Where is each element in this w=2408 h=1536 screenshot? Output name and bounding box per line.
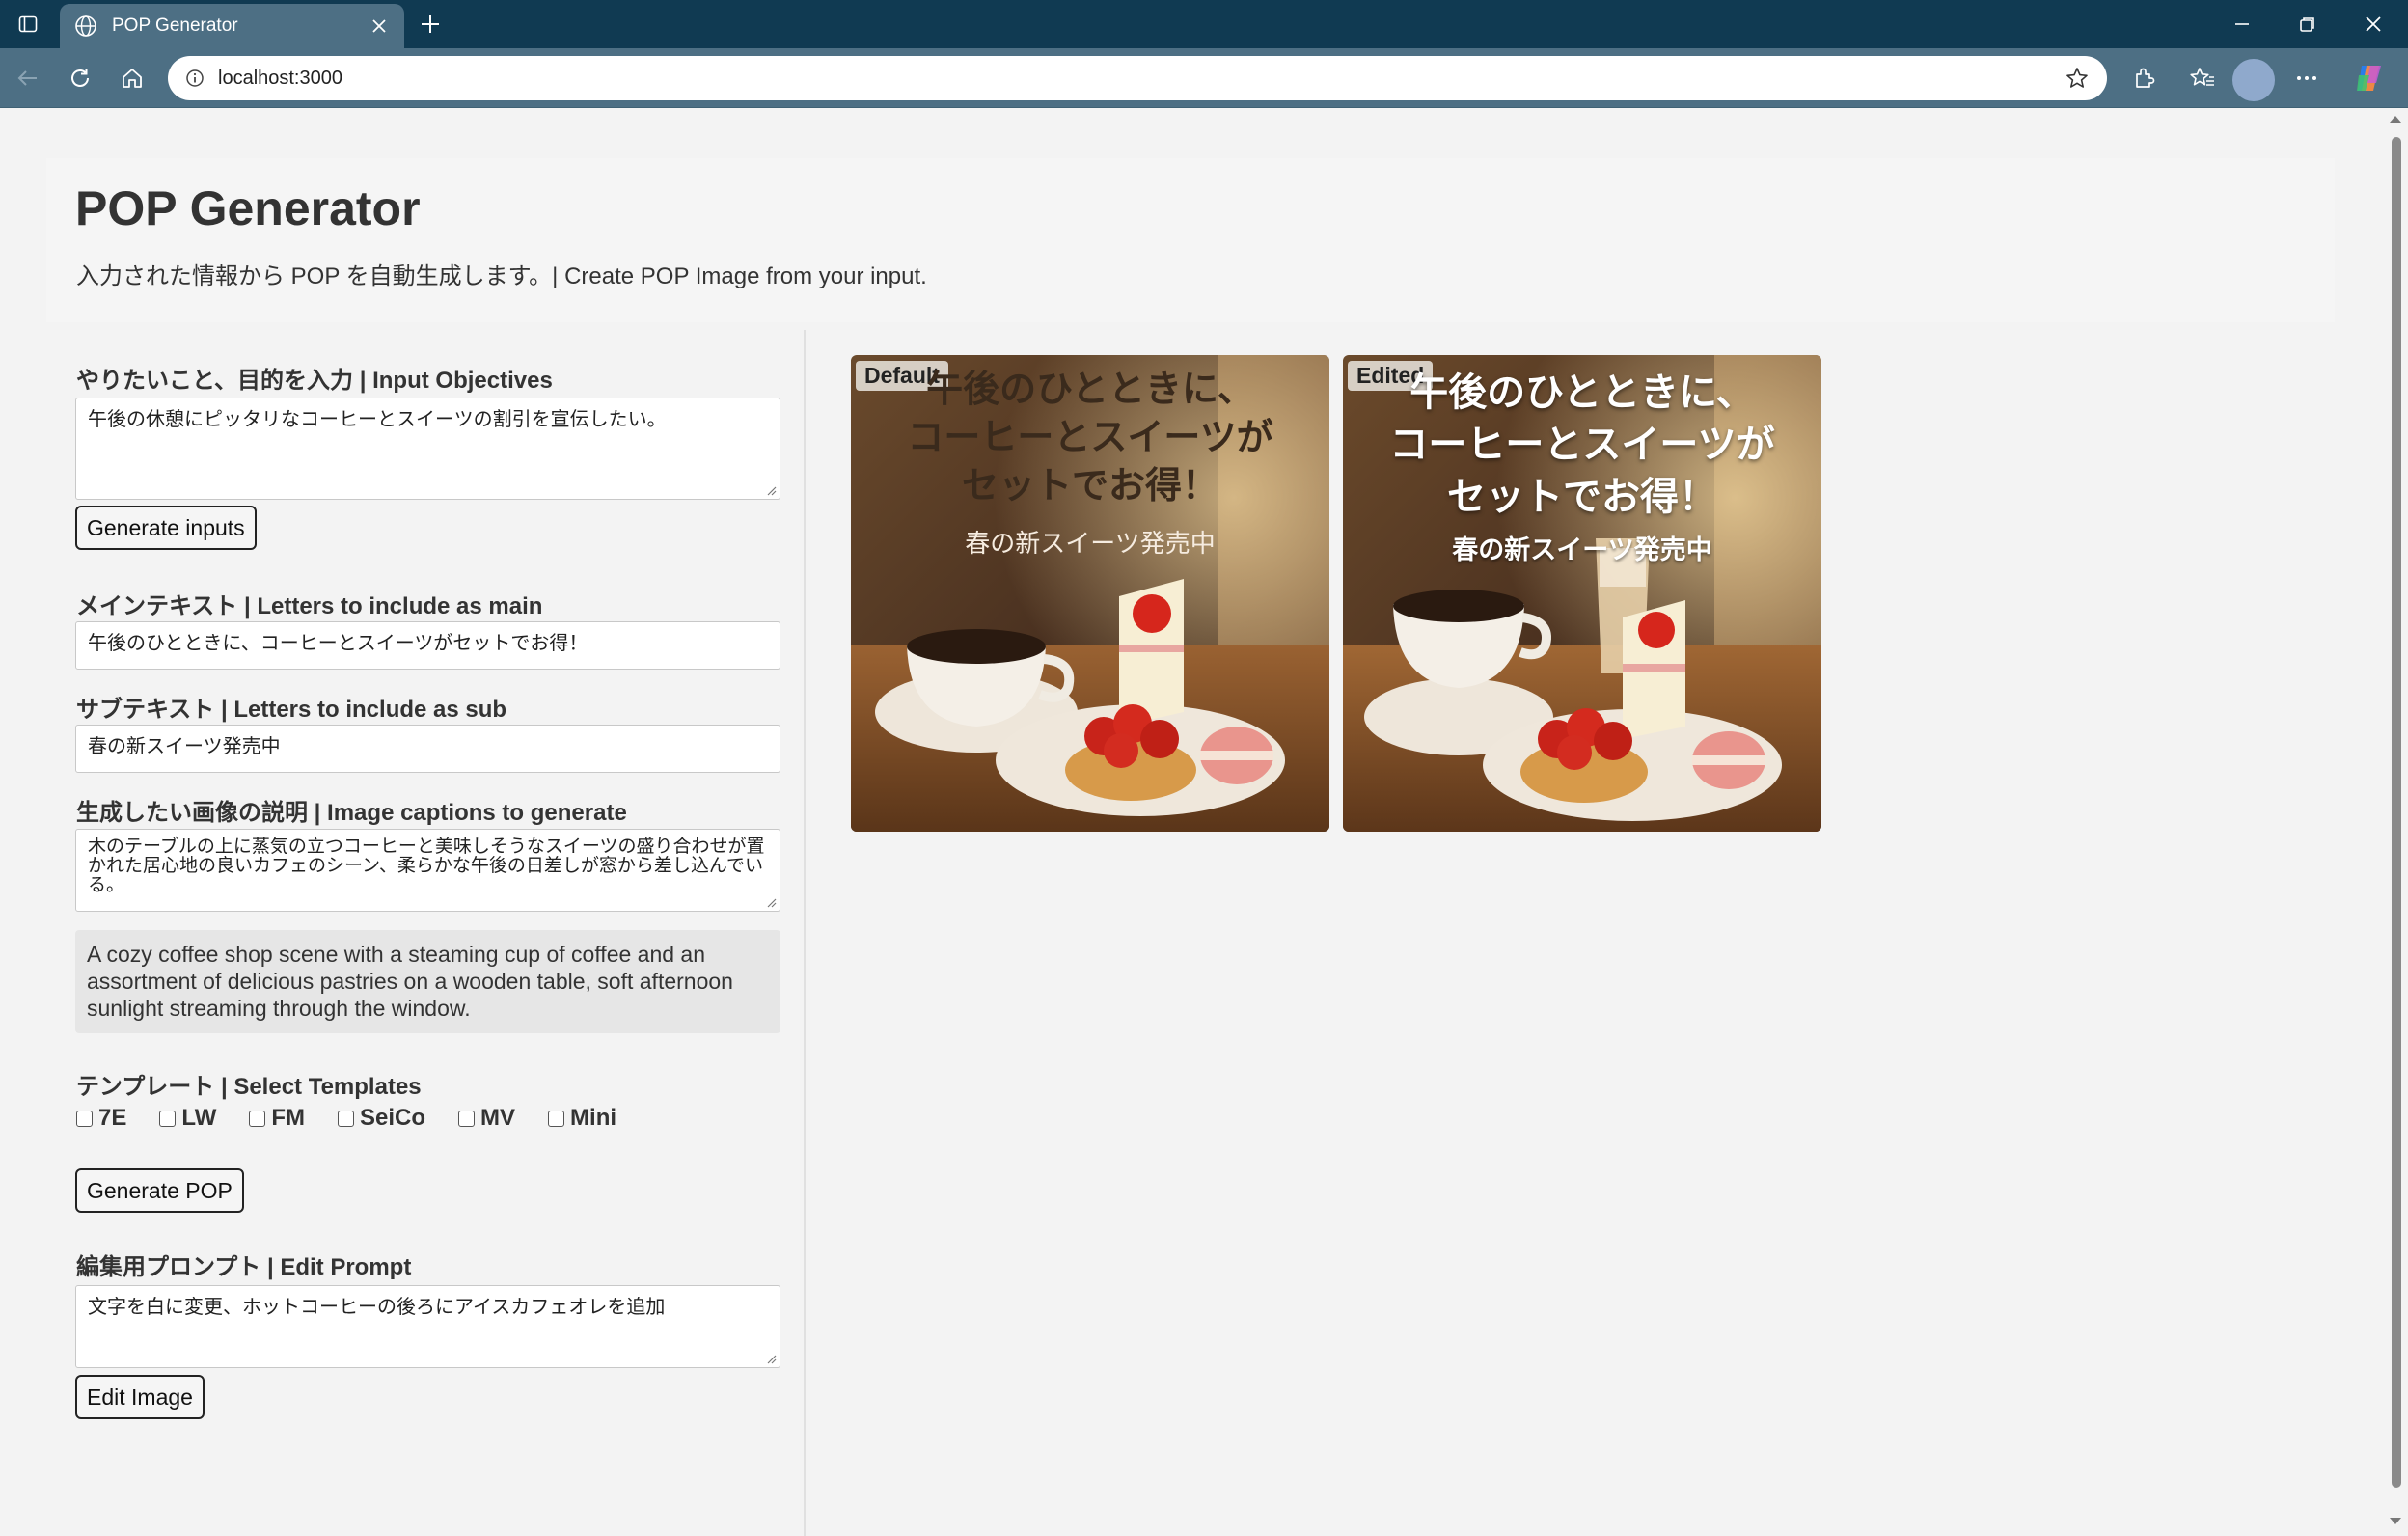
- caption-translation: A cozy coffee shop scene with a steaming…: [75, 930, 780, 1033]
- minimize-icon[interactable]: [2209, 0, 2275, 48]
- browser-tab[interactable]: POP Generator: [60, 4, 404, 48]
- template-mini-checkbox[interactable]: Mini: [548, 1105, 616, 1132]
- page-content: POP Generator 入力された情報から POP を自動生成します。| C…: [0, 108, 2383, 1536]
- template-mv-checkbox[interactable]: MV: [458, 1105, 515, 1132]
- page-title: POP Generator: [75, 181, 421, 235]
- objectives-label: やりたいこと、目的を入力 | Input Objectives: [76, 368, 553, 394]
- template-lw-checkbox[interactable]: LW: [159, 1105, 216, 1132]
- url-text: localhost:3000: [218, 67, 342, 89]
- scroll-down-icon[interactable]: [2387, 1517, 2404, 1530]
- generate-inputs-button[interactable]: Generate inputs: [75, 506, 257, 550]
- checkbox[interactable]: [76, 1110, 93, 1127]
- extensions-icon[interactable]: [2125, 60, 2162, 96]
- edited-main-line: コーヒーとスイーツが: [1389, 423, 1775, 467]
- favorites-icon[interactable]: [2184, 60, 2221, 96]
- browser-titlebar: POP Generator: [0, 0, 2408, 48]
- default-main-line: 午後のひとときに、: [926, 368, 1254, 410]
- default-main-line: コーヒーとスイーツが: [907, 416, 1273, 458]
- main-text-label: メインテキスト | Letters to include as main: [76, 593, 543, 619]
- edited-main-line: 午後のひとときに、: [1409, 370, 1755, 415]
- info-icon[interactable]: [185, 69, 205, 88]
- back-icon[interactable]: [10, 60, 46, 96]
- more-options-icon[interactable]: [2288, 60, 2325, 96]
- edit-image-button[interactable]: Edit Image: [75, 1375, 205, 1419]
- column-divider: [804, 330, 806, 1536]
- edited-main-line: セットでお得！: [1447, 475, 1717, 519]
- edited-sub-text: 春の新スイーツ発売中: [1452, 535, 1712, 565]
- default-main-text: 午後のひとときに、 コーヒーとスイーツが セットでお得！: [851, 365, 1329, 509]
- close-icon[interactable]: [368, 14, 391, 38]
- edited-main-text: 午後のひとときに、 コーヒーとスイーツが セットでお得！: [1343, 367, 1821, 523]
- objectives-textarea[interactable]: 午後の休憩にピッタリなコーヒーとスイーツの割引を宣伝したい。: [75, 398, 780, 500]
- scrollbar-thumb[interactable]: [2392, 137, 2401, 1488]
- default-sub-text: 春の新スイーツ発売中: [965, 530, 1216, 559]
- caption-label: 生成したい画像の説明 | Image captions to generate: [76, 800, 627, 826]
- objectives-text: 午後の休憩にピッタリなコーヒーとスイーツの割引を宣伝したい。: [88, 409, 667, 430]
- address-bar[interactable]: localhost:3000: [168, 56, 2107, 100]
- checkbox[interactable]: [338, 1110, 355, 1127]
- edit-prompt-text: 文字を白に変更、ホットコーヒーの後ろにアイスカフェオレを追加: [88, 1297, 666, 1318]
- tab-actions-icon[interactable]: [14, 10, 42, 39]
- edit-prompt-label: 編集用プロンプト | Edit Prompt: [76, 1254, 412, 1280]
- checkbox[interactable]: [159, 1110, 177, 1127]
- new-tab-button[interactable]: [415, 9, 446, 40]
- resize-handle-icon[interactable]: [766, 1354, 777, 1364]
- sub-text-label: サブテキスト | Letters to include as sub: [76, 697, 507, 723]
- favorite-star-icon[interactable]: [2065, 66, 2090, 91]
- page-subtitle: 入力された情報から POP を自動生成します。| Create POP Imag…: [76, 263, 927, 289]
- vertical-scrollbar[interactable]: [2383, 108, 2408, 1536]
- browser-toolbar: localhost:3000: [0, 48, 2408, 108]
- resize-handle-icon[interactable]: [766, 485, 777, 496]
- scroll-up-icon[interactable]: [2387, 114, 2404, 127]
- checkbox[interactable]: [458, 1110, 476, 1127]
- profile-avatar[interactable]: [2232, 59, 2275, 101]
- main-text-value: 午後のひとときに、コーヒーとスイーツがセットでお得！: [88, 633, 588, 654]
- refresh-icon[interactable]: [62, 60, 98, 96]
- templates-label: テンプレート | Select Templates: [76, 1074, 422, 1100]
- globe-icon: [73, 14, 98, 39]
- generate-pop-button[interactable]: Generate POP: [75, 1168, 244, 1213]
- default-pop-image[interactable]: Default 午後のひとときに、 コーヒーとスイーツが セットでお得！ 春の新…: [851, 355, 1329, 832]
- caption-textarea[interactable]: 木のテーブルの上に蒸気の立つコーヒーと美味しそうなスイーツの盛り合わせが置かれた…: [75, 829, 780, 912]
- sub-text-value: 春の新スイーツ発売中: [88, 736, 281, 757]
- main-text-input[interactable]: 午後のひとときに、コーヒーとスイーツがセットでお得！: [75, 621, 780, 670]
- restore-icon[interactable]: [2275, 0, 2340, 48]
- copilot-icon[interactable]: [2351, 60, 2388, 96]
- checkbox[interactable]: [548, 1110, 565, 1127]
- template-7e-checkbox[interactable]: 7E: [76, 1105, 126, 1132]
- home-icon[interactable]: [114, 60, 150, 96]
- template-fm-checkbox[interactable]: FM: [249, 1105, 305, 1132]
- tab-title: POP Generator: [112, 15, 238, 36]
- default-main-line: セットでお得！: [961, 464, 1218, 507]
- caption-text: 木のテーブルの上に蒸気の立つコーヒーと美味しそうなスイーツの盛り合わせが置かれた…: [88, 837, 765, 895]
- resize-handle-icon[interactable]: [766, 897, 777, 908]
- window-close-icon[interactable]: [2340, 0, 2406, 48]
- checkbox[interactable]: [249, 1110, 266, 1127]
- edited-pop-image[interactable]: Edited 午後のひとときに、 コーヒーとスイーツが セットでお得！ 春の新ス…: [1343, 355, 1821, 832]
- template-seico-checkbox[interactable]: SeiCo: [338, 1105, 425, 1132]
- edit-prompt-textarea[interactable]: 文字を白に変更、ホットコーヒーの後ろにアイスカフェオレを追加: [75, 1285, 780, 1368]
- template-checkbox-group: 7E LW FM SeiCo MV Mini: [76, 1105, 649, 1132]
- sub-text-input[interactable]: 春の新スイーツ発売中: [75, 725, 780, 773]
